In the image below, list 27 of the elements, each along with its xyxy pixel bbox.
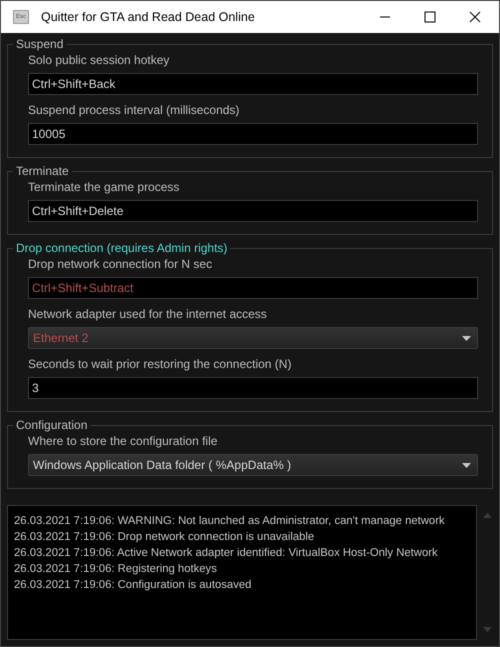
log-line: 26.03.2021 7:19:06: Configuration is autosaved — [14, 578, 252, 593]
group-title: Configuration — [15, 418, 88, 432]
field-label: Terminate the game process — [28, 179, 180, 194]
field-label: Drop network connection for N sec — [28, 256, 214, 271]
input-field[interactable]: Ctrl+Shift+Back — [28, 73, 478, 95]
maximize-icon[interactable] — [424, 11, 436, 23]
dropdown[interactable]: Windows Application Data folder ( %AppData% ) — [28, 454, 478, 476]
input-field[interactable]: 3 — [28, 377, 478, 399]
group-title: Terminate — [15, 164, 70, 178]
log-line: 26.03.2021 7:19:06: Registering hotkeys — [14, 562, 218, 577]
field-label: Where to store the configuration file — [28, 433, 218, 448]
field-label: Solo public session hotkey — [28, 52, 170, 67]
window-title: Quitter for GTA and Read Dead Online — [41, 10, 256, 24]
input-field[interactable]: Ctrl+Shift+Subtract — [28, 277, 478, 299]
close-icon[interactable] — [469, 11, 481, 23]
log-line: 26.03.2021 7:19:06: WARNING: Not launched as Administrator, can't manage network — [14, 514, 446, 529]
group-title: Suspend — [15, 37, 64, 51]
log-line: 26.03.2021 7:19:06: Drop network connection is unavailable — [14, 530, 316, 545]
field-label: Seconds to wait prior restoring the connection (N) — [28, 356, 292, 371]
caret-icon — [462, 462, 471, 468]
field-label: Network adapter used for the internet access — [28, 306, 268, 321]
group-title: Drop connection (requires Admin rights) — [15, 241, 228, 255]
field-label: Suspend process interval (milliseconds) — [28, 102, 240, 117]
input-field[interactable]: Ctrl+Shift+Delete — [28, 200, 478, 222]
log-line: 26.03.2021 7:19:06: Active Network adapter identified: VirtualBox Host-Only Network — [14, 546, 439, 561]
input-field[interactable]: 10005 — [28, 123, 478, 145]
caret-icon — [462, 336, 471, 340]
